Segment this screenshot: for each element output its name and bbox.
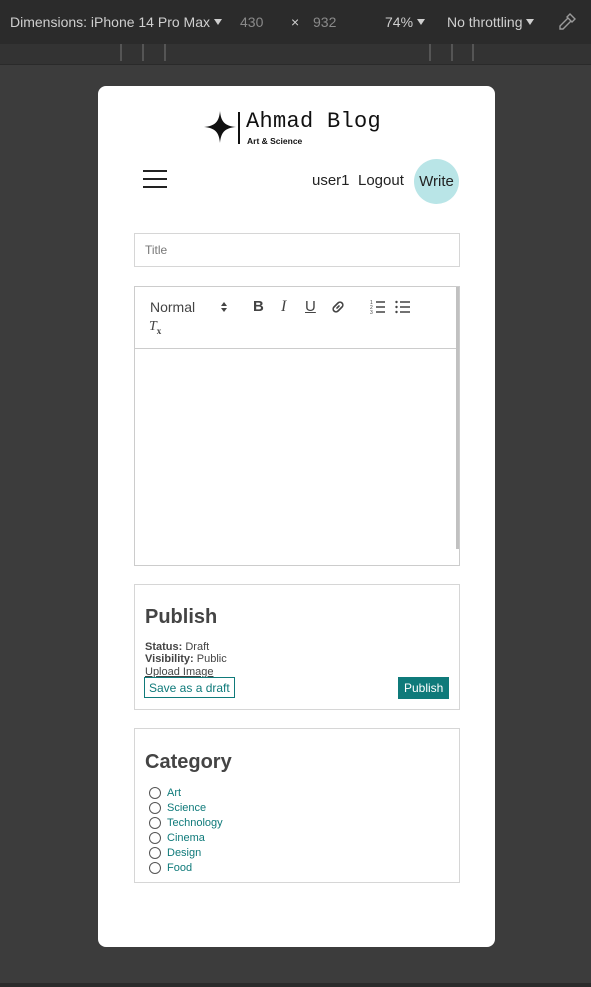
radio-button[interactable] [149, 816, 161, 829]
status-label: Status: [145, 641, 183, 653]
hamburger-icon[interactable] [143, 170, 167, 190]
write-link[interactable]: Write [414, 159, 459, 204]
width-input[interactable]: 430 [240, 14, 263, 30]
format-select[interactable]: Normal [150, 299, 230, 315]
device-viewport: Ahmad Blog Art & Science user1 Logout Wr… [98, 86, 495, 947]
rich-text-editor: Normal B I U 123 Tx [134, 286, 460, 566]
status-line: Status: Draft [145, 641, 209, 653]
ordered-list-icon[interactable]: 123 [370, 299, 386, 320]
select-arrows-icon [221, 302, 227, 312]
publish-panel: Publish Status: Draft Visibility: Public… [134, 584, 460, 710]
editor-scrollbar[interactable] [456, 287, 459, 549]
dimensions-label: Dimensions: iPhone 14 Pro Max [10, 14, 210, 30]
radio-button[interactable] [149, 861, 161, 874]
ruler-tick [451, 44, 453, 61]
zoom-label: 74% [385, 14, 414, 30]
visibility-line: Visibility: Public [145, 653, 227, 665]
bold-button[interactable]: B [253, 298, 264, 315]
ruler-tick [142, 44, 144, 61]
throttling-label: No throttling [447, 14, 523, 30]
clear-format-icon[interactable]: Tx [149, 319, 161, 336]
save-draft-button[interactable]: Save as a draft [144, 677, 235, 698]
visibility-value: Public [196, 653, 227, 665]
category-label[interactable]: Science [167, 802, 206, 814]
zoom-dropdown[interactable]: 74% [385, 14, 426, 30]
list-item[interactable]: Art [149, 785, 223, 800]
eyedropper-icon[interactable] [557, 12, 577, 35]
category-label[interactable]: Technology [167, 817, 223, 829]
logo-subtitle: Art & Science [247, 136, 303, 146]
svg-text:3: 3 [370, 310, 373, 315]
ruler-tick [120, 44, 122, 61]
category-label[interactable]: Design [167, 847, 201, 859]
radio-button[interactable] [149, 801, 161, 814]
dimensions-dropdown[interactable]: Dimensions: iPhone 14 Pro Max [10, 14, 222, 30]
nav-username[interactable]: user1 [312, 172, 350, 189]
list-item[interactable]: Science [149, 800, 223, 815]
editor-toolbar: Normal B I U 123 Tx [135, 287, 457, 349]
category-panel: Category Art Science Technology Cinema D… [134, 728, 460, 883]
ruler-tick [429, 44, 431, 61]
visibility-label: Visibility: [145, 653, 194, 665]
list-item[interactable]: Food [149, 860, 223, 875]
publish-button[interactable]: Publish [398, 677, 450, 699]
chevron-down-icon [526, 19, 535, 25]
publish-heading: Publish [145, 606, 218, 628]
category-label[interactable]: Food [167, 862, 192, 874]
media-query-ruler [0, 44, 591, 65]
list-item[interactable]: Design [149, 845, 223, 860]
category-heading: Category [145, 751, 232, 773]
radio-button[interactable] [149, 786, 161, 799]
category-label[interactable]: Art [167, 787, 181, 799]
height-input[interactable]: 932 [313, 14, 336, 30]
throttling-dropdown[interactable]: No throttling [447, 14, 535, 30]
ruler-tick [472, 44, 474, 61]
list-item[interactable]: Cinema [149, 830, 223, 845]
times-sign: × [291, 14, 300, 30]
title-input[interactable] [134, 233, 460, 267]
chevron-down-icon [214, 19, 222, 25]
list-item[interactable]: Technology [149, 815, 223, 830]
link-icon[interactable] [330, 299, 346, 320]
underline-button[interactable]: U [305, 298, 316, 315]
devtools-device-toolbar: Dimensions: iPhone 14 Pro Max 430 × 932 … [0, 0, 591, 44]
status-value: Draft [185, 641, 210, 653]
chevron-down-icon [417, 19, 426, 25]
format-select-value: Normal [150, 299, 196, 315]
radio-button[interactable] [149, 846, 161, 859]
logo-title: Ahmad Blog [246, 109, 382, 134]
bottom-edge [0, 983, 591, 987]
ruler-tick [164, 44, 166, 61]
logout-link[interactable]: Logout [358, 172, 404, 189]
category-list: Art Science Technology Cinema Design Foo… [149, 785, 223, 875]
logo-divider [238, 112, 240, 144]
category-label[interactable]: Cinema [167, 832, 205, 844]
radio-button[interactable] [149, 831, 161, 844]
four-point-star-icon [204, 111, 236, 143]
italic-button[interactable]: I [281, 298, 286, 316]
bullet-list-icon[interactable] [395, 299, 411, 320]
